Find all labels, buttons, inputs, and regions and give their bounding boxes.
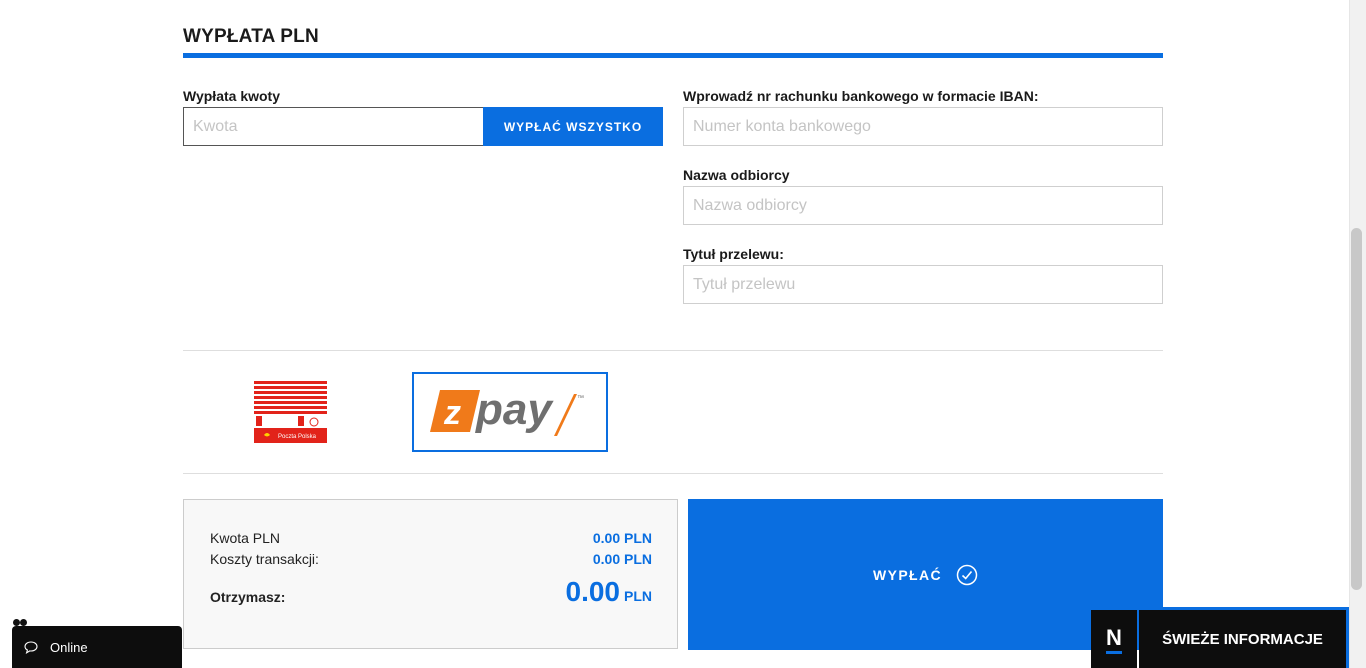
amount-input[interactable] xyxy=(183,107,484,146)
summary-receive-label: Otrzymasz: xyxy=(210,589,286,605)
iban-label: Wprowadź nr rachunku bankowego w formaci… xyxy=(683,88,1039,104)
zpay-logo-text: pay xyxy=(475,385,554,434)
news-logo-button[interactable]: N xyxy=(1091,610,1137,668)
zpay-logo-icon: z pay ™ xyxy=(430,385,584,436)
payment-method-zpay[interactable]: z pay ™ xyxy=(412,372,608,452)
summary-fee-label: Koszty transakcji: xyxy=(210,551,319,567)
withdraw-all-button[interactable]: WYPŁAĆ WSZYSTKO xyxy=(483,107,663,146)
news-button[interactable]: ŚWIEŻE INFORMACJE xyxy=(1139,607,1349,668)
divider-bottom xyxy=(183,473,1163,474)
divider-top xyxy=(183,350,1163,351)
withdraw-button-label: WYPŁAĆ xyxy=(872,566,943,583)
recipient-label: Nazwa odbiorcy xyxy=(683,167,790,183)
page-scrollbar-thumb[interactable] xyxy=(1351,228,1362,590)
transfer-title-label: Tytuł przelewu: xyxy=(683,246,784,262)
summary-panel: Kwota PLN 0.00 PLN Koszty transakcji: 0.… xyxy=(183,499,678,649)
check-circle-icon xyxy=(956,564,978,585)
title-underline xyxy=(183,53,1163,58)
payment-method-poczta-polska[interactable]: Poczta Polska xyxy=(254,380,327,443)
summary-fee-value: 0.00 PLN xyxy=(592,551,652,567)
summary-amount-label: Kwota PLN xyxy=(210,530,281,546)
transfer-title-input[interactable] xyxy=(683,265,1163,304)
chat-bubble-icon xyxy=(24,640,38,654)
zpay-trademark: ™ xyxy=(577,395,584,402)
news-logo-letter: N xyxy=(1106,625,1122,654)
chat-widget[interactable]: Online xyxy=(12,626,182,668)
summary-amount-value: 0.00 PLN xyxy=(592,530,652,546)
poczta-polska-logo-text: Poczta Polska xyxy=(278,434,317,440)
page-title: WYPŁATA PLN xyxy=(183,26,319,47)
chat-status: Online xyxy=(50,639,88,655)
summary-receive-value: 0.00 xyxy=(565,576,621,607)
recipient-input[interactable] xyxy=(683,186,1163,225)
amount-label: Wypłata kwoty xyxy=(183,88,280,104)
zpay-logo-badge: z xyxy=(443,394,461,432)
poczta-polska-logo-icon: Poczta Polska xyxy=(254,380,327,443)
iban-input[interactable] xyxy=(683,107,1163,146)
summary-receive-currency: PLN xyxy=(624,588,652,604)
withdrawal-page: WYPŁATA PLN Wypłata kwoty WYPŁAĆ WSZYSTK… xyxy=(0,0,1366,668)
summary-receive-total: 0.00 PLN xyxy=(566,576,653,608)
